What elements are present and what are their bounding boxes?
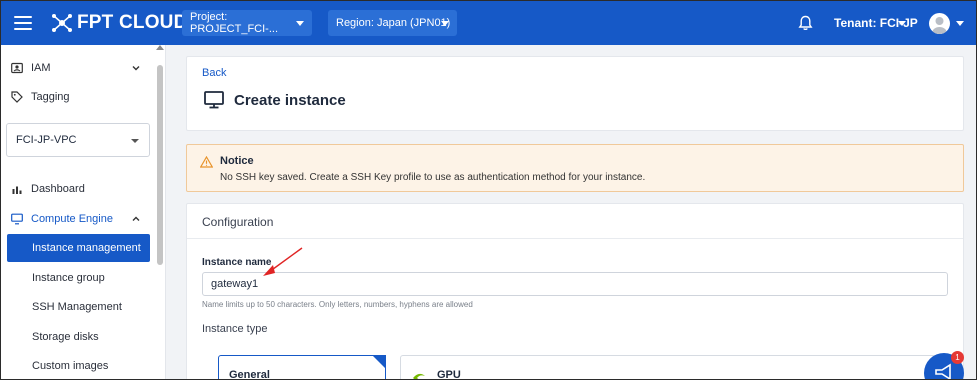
instance-name-input[interactable]: [202, 272, 948, 296]
selected-check-icon: [372, 355, 386, 369]
id-card-icon: [11, 62, 23, 74]
notice-banner: Notice No SSH key saved. Create a SSH Ke…: [186, 144, 964, 192]
chevron-down-icon: [132, 66, 140, 71]
avatar[interactable]: [929, 13, 950, 34]
vpc-select-value: FCI-JP-VPC: [16, 134, 77, 146]
instance-type-gpu-card[interactable]: GPU: [400, 355, 947, 380]
chevron-down-icon: [441, 21, 449, 26]
monitor-icon: [204, 91, 224, 109]
sidebar-item-ssh-management[interactable]: SSH Management: [7, 293, 150, 321]
warning-icon: [200, 156, 213, 168]
divider: [187, 238, 963, 239]
project-select-value: Project: PROJECT_FCI-...: [190, 11, 279, 35]
region-select[interactable]: Region: Japan (JPN01): [328, 10, 457, 36]
sidebar-item-label: Tagging: [31, 91, 70, 103]
type-card-label: General: [229, 369, 270, 380]
configuration-heading: Configuration: [202, 215, 274, 229]
bar-chart-icon: [12, 186, 22, 194]
type-card-label: GPU: [437, 369, 461, 380]
sidebar-item-tagging[interactable]: Tagging: [1, 83, 153, 111]
chevron-down-icon[interactable]: [898, 21, 906, 26]
user-icon: [932, 17, 947, 34]
vpc-select[interactable]: FCI-JP-VPC: [6, 123, 150, 157]
nvidia-icon: [413, 373, 425, 379]
project-select[interactable]: Project: PROJECT_FCI-...: [182, 10, 312, 36]
instance-type-general-card[interactable]: General: [218, 355, 386, 380]
notice-title: Notice: [220, 155, 254, 167]
scroll-up-arrow-icon[interactable]: [156, 45, 164, 50]
chevron-down-icon: [296, 21, 304, 26]
logo-text: FPT CLOUD: [77, 12, 188, 33]
sidebar-item-label: Compute Engine: [31, 213, 113, 225]
sidebar-item-dashboard[interactable]: Dashboard: [1, 175, 153, 203]
sidebar-item-storage-disks[interactable]: Storage disks: [7, 323, 150, 351]
page-title: Create instance: [234, 92, 346, 109]
back-link[interactable]: Back: [202, 67, 226, 79]
region-select-value: Region: Japan (JPN01): [336, 17, 451, 29]
chevron-up-icon: [132, 216, 140, 221]
sidebar-item-instance-group[interactable]: Instance group: [7, 264, 150, 292]
bell-icon[interactable]: [798, 15, 813, 31]
app-frame: FPT CLOUD Project: PROJECT_FCI-... Regio…: [0, 0, 977, 380]
tag-icon: [11, 91, 23, 103]
sidebar-item-custom-images[interactable]: Custom images: [7, 352, 150, 379]
top-bar: FPT CLOUD Project: PROJECT_FCI-... Regio…: [1, 1, 976, 45]
scroll-thumb[interactable]: [157, 65, 163, 265]
instance-name-hint: Name limits up to 50 characters. Only le…: [202, 300, 473, 309]
sidebar-item-label: IAM: [31, 62, 51, 74]
fpt-logo-icon: [52, 14, 72, 32]
notice-text: No SSH key saved. Create a SSH Key profi…: [220, 172, 646, 183]
sidebar-item-label: Dashboard: [31, 183, 85, 195]
sidebar-scrollbar[interactable]: [156, 45, 164, 379]
chevron-down-icon[interactable]: [956, 21, 964, 26]
sidebar-item-iam[interactable]: IAM: [1, 54, 153, 82]
logo[interactable]: FPT CLOUD: [50, 11, 188, 35]
sidebar: IAM Tagging FCI-JP-VPC Dashboard Compute…: [1, 45, 166, 379]
instance-type-label: Instance type: [202, 323, 268, 335]
notification-badge: 1: [951, 351, 964, 364]
chevron-down-icon: [131, 139, 139, 143]
instance-name-label: Instance name: [202, 257, 272, 268]
sidebar-item-instance-management[interactable]: Instance management: [7, 234, 150, 262]
sidebar-item-compute-engine[interactable]: Compute Engine: [1, 205, 153, 233]
hamburger-menu-icon[interactable]: [14, 16, 32, 30]
monitor-icon: [11, 213, 23, 225]
